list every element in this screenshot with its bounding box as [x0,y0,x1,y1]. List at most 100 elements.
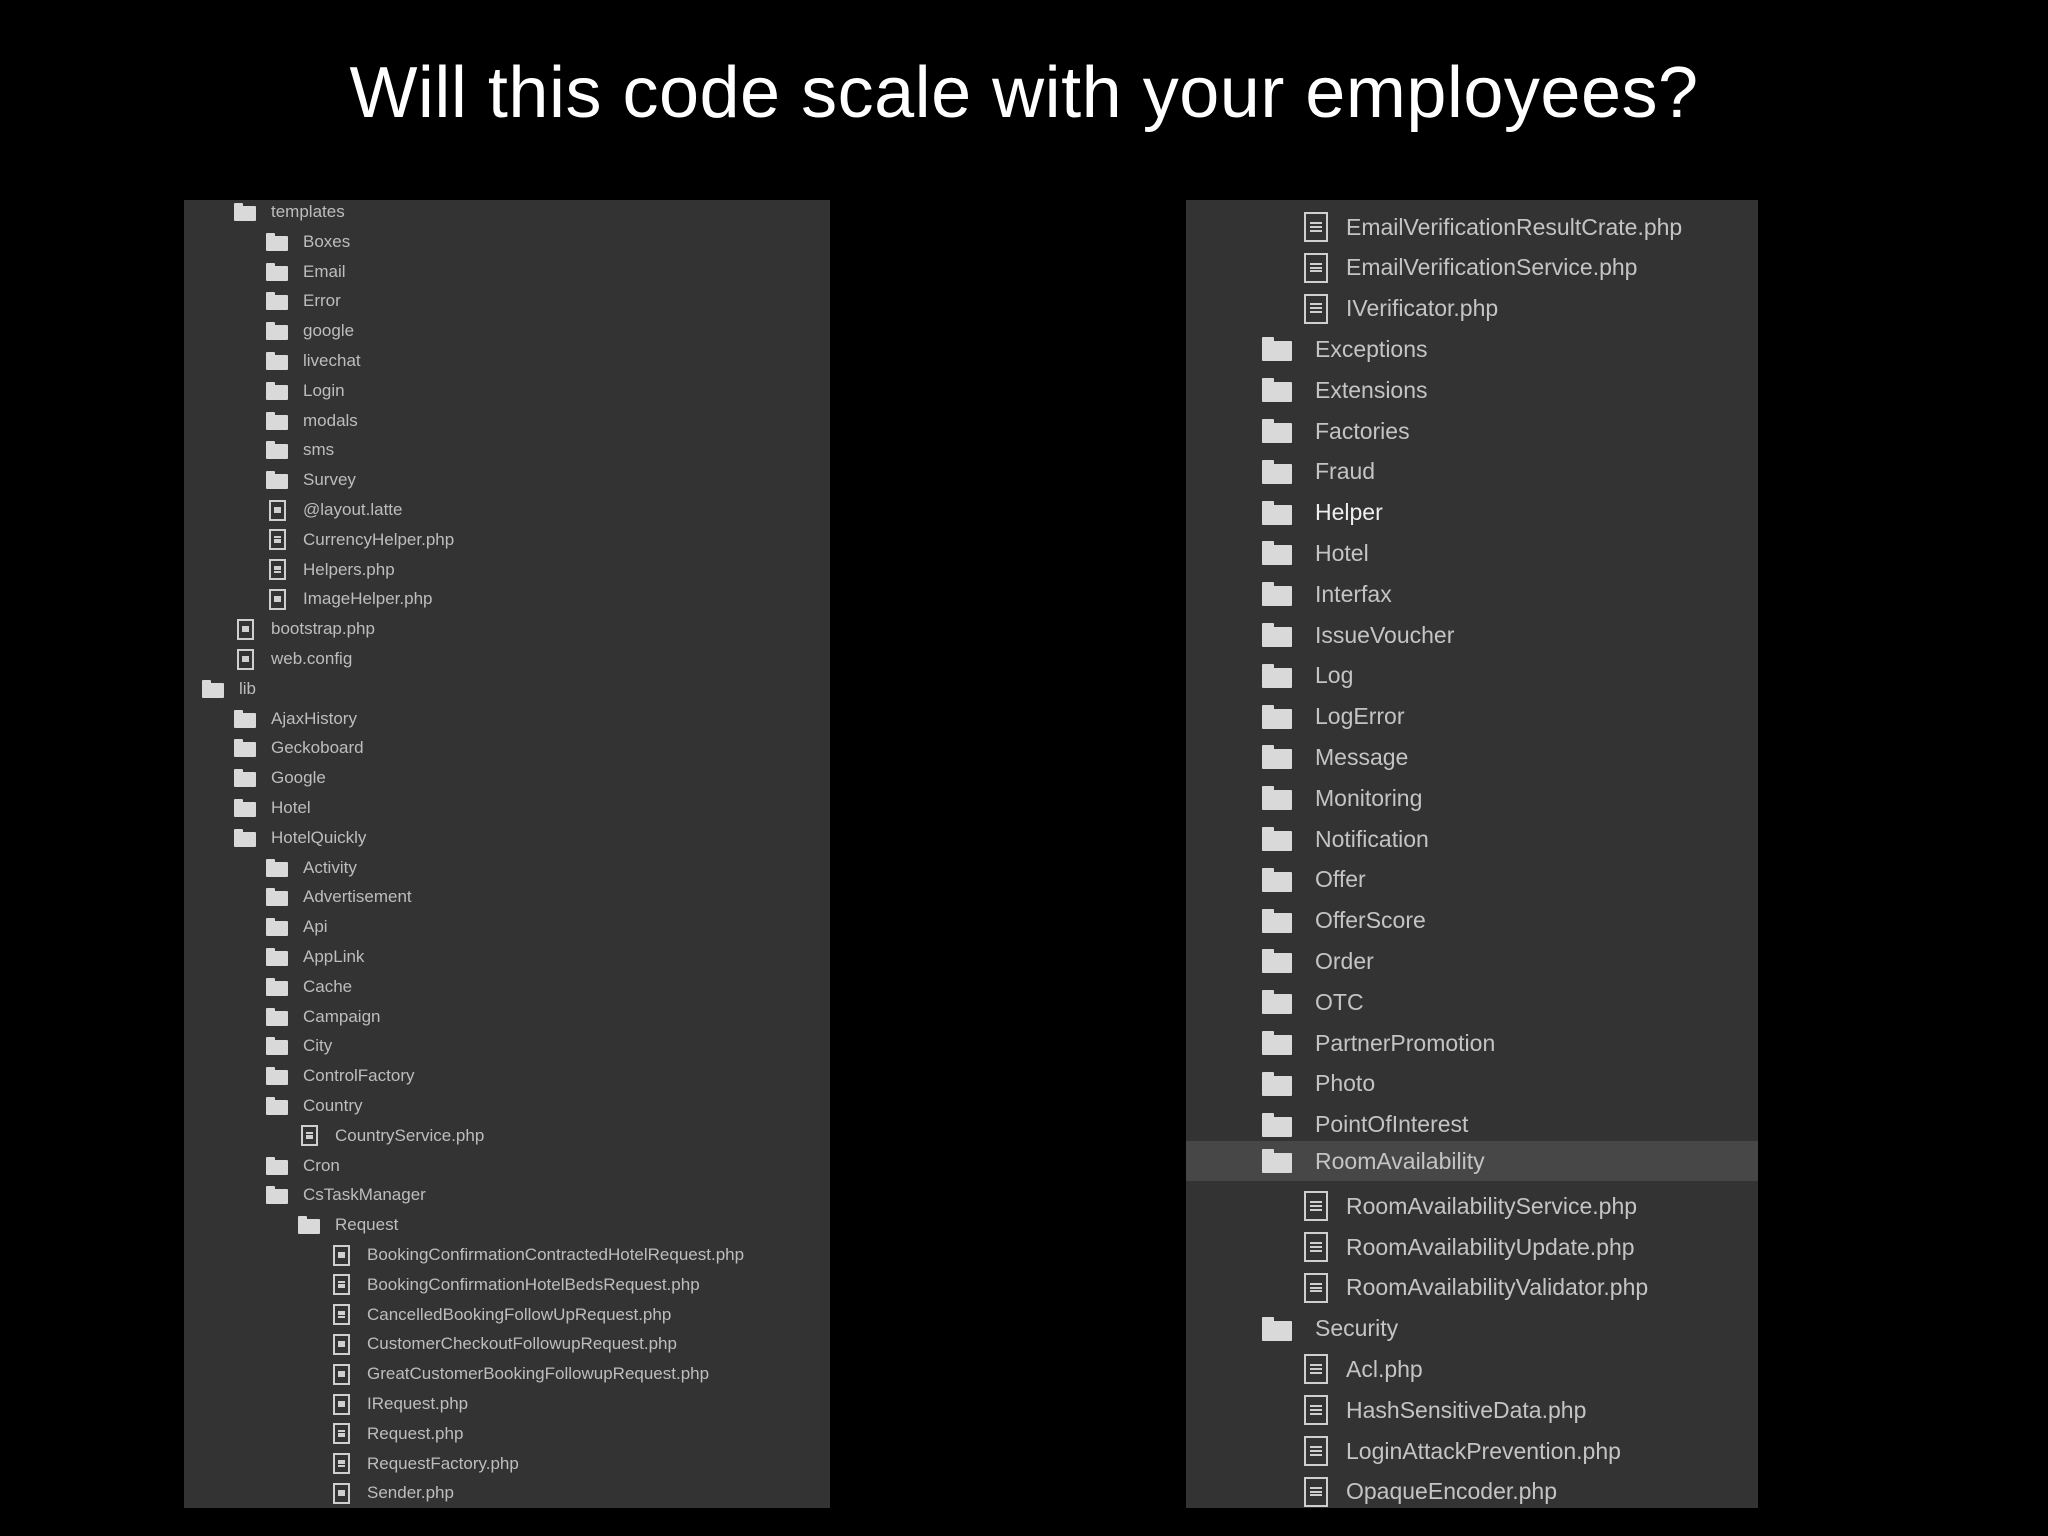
folder-row-partnerpromotion[interactable]: PartnerPromotion [1186,1023,1758,1063]
folder-row-ajaxhistory[interactable]: AjaxHistory [184,704,830,734]
folder-row-google[interactable]: Google [184,763,830,793]
folder-row-sms[interactable]: sms [184,435,830,465]
file-row-loginattackprevention-php[interactable]: LoginAttackPrevention.php [1186,1431,1758,1471]
folder-row-applink[interactable]: AppLink [184,942,830,972]
tree-item-label: Exceptions [1315,335,1428,362]
file-row-imagehelper-php[interactable]: ImageHelper.php [184,584,830,614]
folder-row-notification[interactable]: Notification [1186,819,1758,859]
folder-row-logerror[interactable]: LogError [1186,697,1758,737]
file-row-countryservice-php[interactable]: CountryService.php [184,1121,830,1151]
folder-row-templates[interactable]: templates [184,200,830,227]
file-row-web-config[interactable]: web.config [184,644,830,674]
tree-item-label: RoomAvailability [1315,1147,1485,1174]
folder-row-activity[interactable]: Activity [184,853,830,883]
file-icon [333,1333,350,1355]
file-icon [333,1482,350,1504]
folder-row-hotel[interactable]: Hotel [184,793,830,823]
file-row-bootstrap-php[interactable]: bootstrap.php [184,614,830,644]
file-row-hashsensitivedata-php[interactable]: HashSensitiveData.php [1186,1390,1758,1430]
folder-row-livechat[interactable]: livechat [184,346,830,376]
file-icon [269,529,286,551]
folder-row-modals[interactable]: modals [184,406,830,436]
folder-row-issuevoucher[interactable]: IssueVoucher [1186,615,1758,655]
file-row-iverificator-php[interactable]: IVerificator.php [1186,289,1758,329]
folder-row-extensions[interactable]: Extensions [1186,370,1758,410]
folder-row-campaign[interactable]: Campaign [184,1002,830,1032]
tree-item-label: AjaxHistory [271,708,357,728]
tree-item-label: Photo [1315,1070,1376,1097]
file-row-bookingconfirmationcontractedhotelrequest-php[interactable]: BookingConfirmationContractedHotelReques… [184,1240,830,1270]
file-row-irequest-php[interactable]: IRequest.php [184,1389,830,1419]
folder-row-roomavailability[interactable]: RoomAvailability [1186,1141,1758,1182]
folder-row-error[interactable]: Error [184,286,830,316]
folder-icon [266,1067,288,1086]
folder-row-cstaskmanager[interactable]: CsTaskManager [184,1180,830,1210]
folder-row-boxes[interactable]: Boxes [184,227,830,257]
file-icon [269,588,286,610]
folder-row-helper[interactable]: Helper [1186,493,1758,533]
file-row-acl-php[interactable]: Acl.php [1186,1349,1758,1389]
file-row-roomavailabilityvalidator-php[interactable]: RoomAvailabilityValidator.php [1186,1268,1758,1308]
file-row-currencyhelper-php[interactable]: CurrencyHelper.php [184,525,830,555]
file-row-layout-latte[interactable]: @layout.latte [184,495,830,525]
file-icon [333,1393,350,1415]
folder-row-google[interactable]: google [184,316,830,346]
folder-row-geckoboard[interactable]: Geckoboard [184,733,830,763]
folder-icon [1262,582,1292,607]
folder-row-lib[interactable]: lib [184,674,830,704]
file-row-greatcustomerbookingfollowuprequest-php[interactable]: GreatCustomerBookingFollowupRequest.php [184,1359,830,1389]
file-row-helpers-php[interactable]: Helpers.php [184,555,830,585]
tree-item-label: OpaqueEncoder.php [1346,1478,1558,1505]
folder-row-cron[interactable]: Cron [184,1151,830,1181]
folder-icon [266,381,288,400]
file-row-opaqueencoder-php[interactable]: OpaqueEncoder.php [1186,1472,1758,1508]
folder-row-security[interactable]: Security [1186,1309,1758,1349]
tree-item-label: CancelledBookingFollowUpRequest.php [367,1304,672,1324]
tree-item-label: Security [1315,1315,1399,1342]
folder-row-factories[interactable]: Factories [1186,411,1758,451]
folder-row-country[interactable]: Country [184,1091,830,1121]
file-row-requestfactory-php[interactable]: RequestFactory.php [184,1449,830,1479]
folder-row-email[interactable]: Email [184,257,830,287]
file-row-cancelledbookingfollowuprequest-php[interactable]: CancelledBookingFollowUpRequest.php [184,1300,830,1330]
tree-item-label: CountryService.php [335,1125,485,1145]
tree-item-label: Geckoboard [271,738,364,758]
folder-row-hotel[interactable]: Hotel [1186,533,1758,573]
file-row-request-php[interactable]: Request.php [184,1419,830,1449]
folder-row-pointofinterest[interactable]: PointOfInterest [1186,1105,1758,1145]
folder-icon [1262,623,1292,647]
folder-row-cache[interactable]: Cache [184,972,830,1002]
file-row-roomavailabilityservice-php[interactable]: RoomAvailabilityService.php [1186,1186,1758,1226]
folder-row-api[interactable]: Api [184,912,830,942]
tree-item-label: PointOfInterest [1315,1111,1469,1138]
folder-row-offerscore[interactable]: OfferScore [1186,901,1758,941]
file-row-bookingconfirmationhotelbedsrequest-php[interactable]: BookingConfirmationHotelBedsRequest.php [184,1270,830,1300]
file-row-customercheckoutfollowuprequest-php[interactable]: CustomerCheckoutFollowupRequest.php [184,1329,830,1359]
folder-row-request[interactable]: Request [184,1210,830,1240]
folder-row-login[interactable]: Login [184,376,830,406]
folder-icon [1262,786,1292,811]
file-icon [237,618,254,640]
tree-item-label: Login [303,380,345,400]
folder-row-hotelquickly[interactable]: HotelQuickly [184,823,830,853]
folder-row-photo[interactable]: Photo [1186,1064,1758,1104]
folder-row-survey[interactable]: Survey [184,465,830,495]
file-row-emailverificationresultcrate-php[interactable]: EmailVerificationResultCrate.php [1186,207,1758,247]
folder-row-monitoring[interactable]: Monitoring [1186,778,1758,818]
folder-row-controlfactory[interactable]: ControlFactory [184,1061,830,1091]
file-row-roomavailabilityupdate-php[interactable]: RoomAvailabilityUpdate.php [1186,1227,1758,1267]
folder-row-city[interactable]: City [184,1031,830,1061]
folder-row-fraud[interactable]: Fraud [1186,452,1758,492]
folder-row-log[interactable]: Log [1186,656,1758,696]
file-row-emailverificationservice-php[interactable]: EmailVerificationService.php [1186,248,1758,288]
folder-row-message[interactable]: Message [1186,737,1758,777]
folder-row-otc[interactable]: OTC [1186,982,1758,1022]
tree-item-label: IRequest.php [367,1394,469,1413]
folder-row-advertisement[interactable]: Advertisement [184,882,830,912]
folder-row-exceptions[interactable]: Exceptions [1186,329,1758,369]
tree-item-label: RoomAvailabilityService.php [1346,1192,1638,1219]
folder-row-order[interactable]: Order [1186,941,1758,981]
file-row-sender-php[interactable]: Sender.php [184,1478,830,1508]
folder-row-offer[interactable]: Offer [1186,860,1758,900]
folder-row-interfax[interactable]: Interfax [1186,574,1758,614]
